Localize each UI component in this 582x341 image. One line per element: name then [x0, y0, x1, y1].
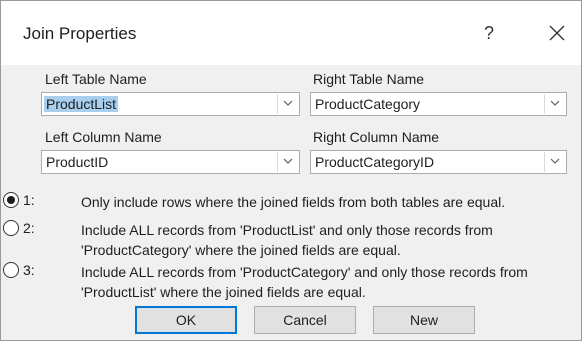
join-option-1-radio[interactable] [3, 192, 19, 208]
close-icon [549, 25, 565, 41]
close-button[interactable] [541, 17, 573, 49]
join-option-2-text-line1: Include ALL records from 'ProductList' a… [81, 222, 493, 238]
join-option-2-number: 2: [23, 220, 35, 236]
left-table-label: Left Table Name [45, 71, 147, 87]
cancel-button[interactable]: Cancel [254, 306, 356, 334]
right-column-select[interactable]: ProductCategoryID [310, 150, 567, 174]
right-table-value: ProductCategory [315, 96, 421, 112]
left-column-label: Left Column Name [45, 129, 162, 145]
new-button[interactable]: New [373, 306, 475, 334]
right-table-label: Right Table Name [313, 71, 425, 87]
right-column-value: ProductCategoryID [315, 154, 435, 170]
join-option-3-text-line1: Include ALL records from 'ProductCategor… [81, 264, 528, 280]
help-button[interactable]: ? [473, 17, 505, 49]
dialog-title: Join Properties [23, 24, 137, 43]
ok-button[interactable]: OK [135, 306, 237, 334]
left-table-select[interactable]: ProductList [41, 92, 300, 116]
title-bar: Join Properties ? [1, 1, 581, 65]
left-column-dropdown-button[interactable] [277, 152, 298, 172]
left-column-value: ProductID [46, 154, 109, 170]
right-table-dropdown-button[interactable] [544, 94, 565, 114]
join-option-3-radio[interactable] [3, 262, 19, 278]
join-option-2-radio[interactable] [3, 220, 19, 236]
chevron-down-icon [550, 100, 560, 106]
join-option-3-text-line2: 'ProductList' where the joined fields ar… [81, 284, 366, 300]
join-option-2-text-line2: 'ProductCategory' where the joined field… [81, 242, 401, 258]
join-properties-dialog: Join Properties ? Left Table Name Produc… [0, 0, 582, 341]
right-column-dropdown-button[interactable] [544, 152, 565, 172]
chevron-down-icon [283, 158, 293, 164]
left-table-dropdown-button[interactable] [277, 94, 298, 114]
chevron-down-icon [550, 158, 560, 164]
join-option-1-text: Only include rows where the joined field… [81, 194, 506, 210]
chevron-down-icon [283, 100, 293, 106]
right-column-label: Right Column Name [313, 129, 440, 145]
join-option-3-number: 3: [23, 262, 35, 278]
right-table-select[interactable]: ProductCategory [310, 92, 567, 116]
left-column-select[interactable]: ProductID [41, 150, 300, 174]
left-table-value: ProductList [44, 96, 119, 112]
join-option-1-number: 1: [23, 192, 35, 208]
